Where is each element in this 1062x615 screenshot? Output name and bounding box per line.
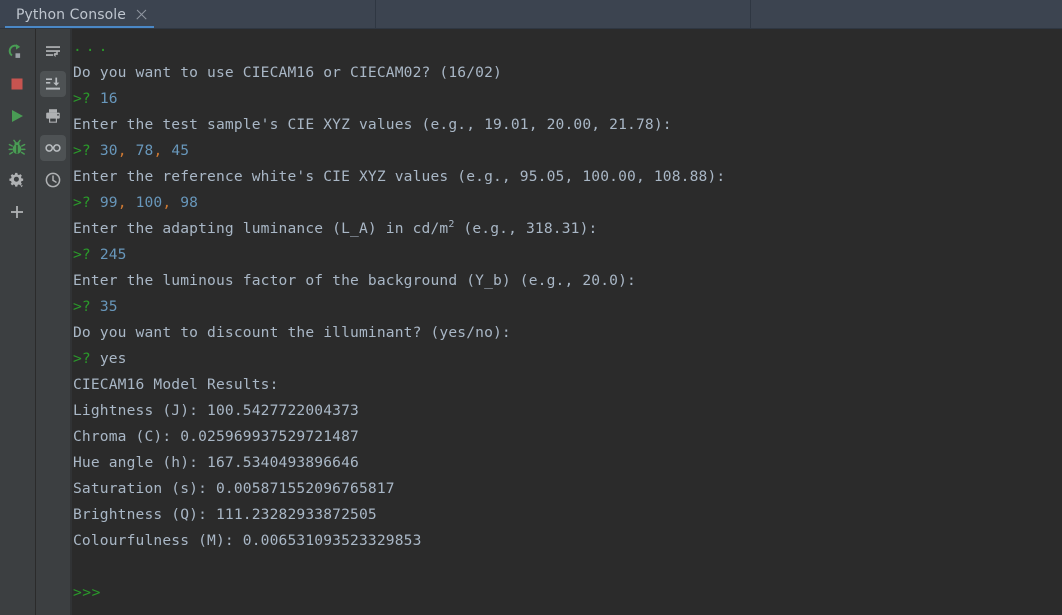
glasses-icon [45,144,61,152]
console-line: >>> [73,584,101,601]
console-line: >? 245 [73,246,127,263]
console-gutter [70,29,72,615]
console-line: >? 99, 100, 98 [73,194,199,211]
clock-icon [45,172,61,188]
history-button[interactable] [40,167,66,193]
settings-button[interactable] [4,167,30,193]
console-run-toolbar [0,29,35,615]
bug-icon [8,139,26,155]
console-line: >? 35 [73,298,118,315]
play-triangle-icon [12,110,23,122]
tab-label: Python Console [16,6,126,23]
console-line: Brightness (Q): 111.23282933872505 [73,506,377,523]
console-line: Colourfulness (M): 0.006531093523329853 [73,532,422,549]
printer-icon [46,109,60,123]
tab-bar: Python Console [0,0,1062,29]
console-line: Hue angle (h): 167.5340493896646 [73,454,359,471]
console-line: Enter the reference white's CIE XYZ valu… [73,168,726,185]
console-line: CIECAM16 Model Results: [73,376,279,393]
console-line: ... [73,38,112,55]
console-line: Chroma (C): 0.025969937529721487 [73,428,359,445]
header-divider-2 [750,0,751,28]
gear-icon [9,172,24,188]
soft-wrap-icon [46,46,60,58]
stop-button[interactable] [4,71,30,97]
scroll-to-end-button[interactable] [40,71,66,97]
console-line: >? 30, 78, 45 [73,142,190,159]
stop-square-icon [11,78,23,90]
console-line: Do you want to use CIECAM16 or CIECAM02?… [73,64,502,81]
console-line: Do you want to discount the illuminant? … [73,324,511,341]
view-mode-button[interactable] [40,135,66,161]
tab-python-console[interactable]: Python Console [0,0,158,29]
rerun-button[interactable] [4,39,30,65]
debug-button[interactable] [4,135,30,161]
console-line: Enter the luminous factor of the backgro… [73,272,636,289]
console-line: Enter the adapting luminance (L_A) in cd… [73,219,598,237]
rerun-icon [8,44,21,58]
console-line: Enter the test sample's CIE XYZ values (… [73,116,672,133]
console-line: Lightness (J): 100.5427722004373 [73,402,359,419]
console-view-toolbar [36,29,70,615]
console-line: >? yes [73,350,127,367]
close-icon[interactable] [135,8,148,21]
soft-wrap-button[interactable] [40,39,66,65]
console-output-area[interactable]: ... Do you want to use CIECAM16 or CIECAM… [70,29,1062,615]
scroll-to-end-icon [46,77,60,90]
header-divider-1 [375,0,376,28]
print-button[interactable] [40,103,66,129]
console-line: Saturation (s): 0.005871552096765817 [73,480,395,497]
console-line: >? 16 [73,90,118,107]
plus-icon [11,206,23,218]
python-console-window: Python Console ... Do you want to use CI… [0,0,1062,615]
execute-button[interactable] [4,103,30,129]
add-button[interactable] [4,199,30,225]
console-lines: ... Do you want to use CIECAM16 or CIECAM… [73,34,1058,606]
